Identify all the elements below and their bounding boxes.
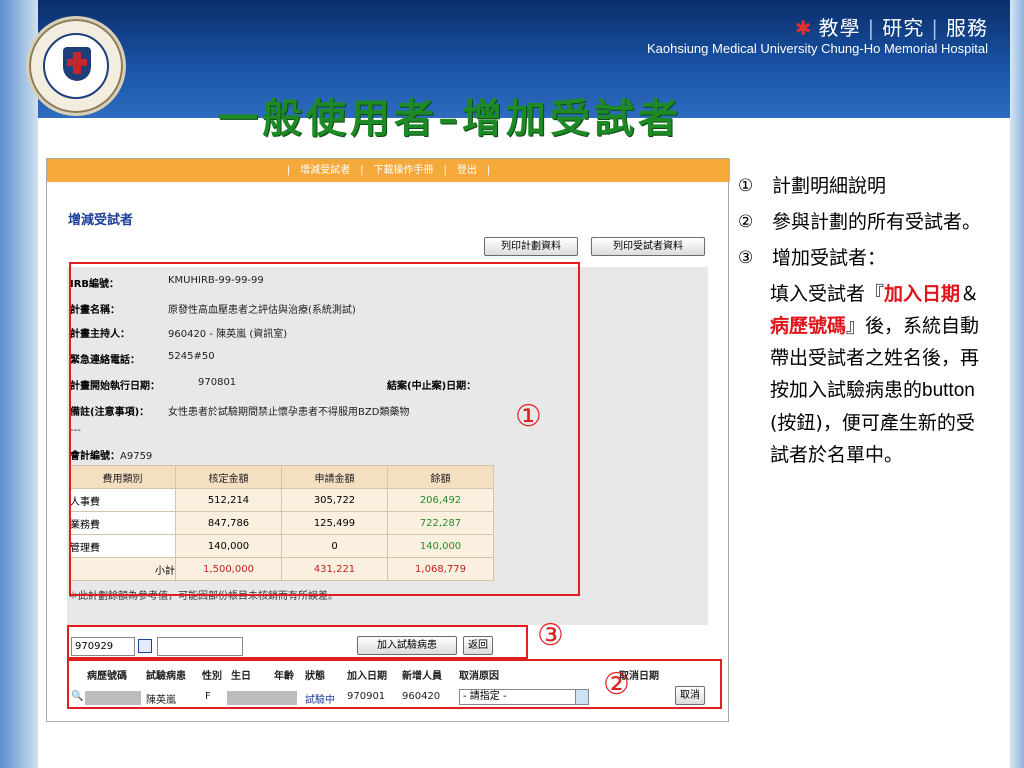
note-item-1: ① 計劃明細說明 bbox=[738, 170, 993, 202]
note-number: ③ bbox=[738, 248, 754, 268]
hospital-name: Kaohsiung Medical University Chung-Ho Me… bbox=[646, 41, 988, 56]
app-topbar: | 增減受試者 | 下載操作手冊 | 登出 | bbox=[47, 159, 730, 182]
note-text: 計劃明細說明 bbox=[772, 175, 887, 197]
slogan-divider: | bbox=[867, 16, 876, 40]
explanation-notes: ① 計劃明細說明 ② 參與計劃的所有受試者。 ③ 增加受試者： 填入受試者『加入日期＆… bbox=[738, 170, 993, 471]
note-text: 增加受試者： bbox=[772, 247, 887, 269]
note-3-part-c: (按鈕)，便可產生新的受試者於名單中。 bbox=[770, 412, 975, 466]
slogan-service: 服務 bbox=[946, 16, 988, 40]
university-seal-logo bbox=[26, 16, 126, 116]
highlight-box-plan-detail bbox=[69, 262, 580, 596]
note-3-detail: 填入受試者『加入日期＆病歷號碼』後，系統自動帶出受試者之姓名後，再按加入試驗病患… bbox=[738, 278, 993, 471]
note-text: 參與計劃的所有受試者。 bbox=[772, 211, 982, 233]
slogan-teaching: 教學 bbox=[818, 16, 861, 40]
topbar-divider: | bbox=[486, 165, 491, 176]
note-number: ① bbox=[738, 176, 754, 196]
slogan: ✱ 教學 | 研究 | 服務 bbox=[795, 12, 988, 41]
print-plan-button[interactable]: 列印計劃資料 bbox=[484, 237, 578, 256]
marker-3: ③ bbox=[537, 618, 564, 653]
note-3-highlight-record-number: 病歷號碼 bbox=[770, 315, 847, 337]
nav-link-download-manual[interactable]: 下載操作手冊 bbox=[374, 165, 434, 176]
slide-title: 一般使用者–增加受試者 bbox=[218, 95, 682, 142]
slogan-divider: | bbox=[931, 16, 939, 40]
note-3-button-word: button bbox=[922, 380, 975, 401]
topbar-divider: | bbox=[286, 165, 291, 176]
highlight-box-add-subject bbox=[67, 625, 528, 659]
note-item-3: ③ 增加受試者： bbox=[738, 242, 993, 274]
marker-1: ① bbox=[515, 399, 542, 434]
nav-link-logout[interactable]: 登出 bbox=[457, 165, 477, 176]
slogan-research: 研究 bbox=[882, 16, 925, 40]
right-gradient-band bbox=[1010, 0, 1024, 768]
page-title: 增減受試者 bbox=[68, 213, 134, 228]
note-item-2: ② 參與計劃的所有受試者。 bbox=[738, 206, 993, 238]
note-number: ② bbox=[738, 212, 754, 232]
note-3-highlight-join-date: 加入日期 bbox=[884, 283, 961, 305]
topbar-divider: | bbox=[443, 165, 447, 176]
star-icon: ✱ bbox=[794, 16, 813, 40]
note-3-ampersand: ＆ bbox=[960, 283, 980, 305]
topbar-divider: | bbox=[360, 165, 364, 176]
embedded-screenshot: | 增減受試者 | 下載操作手冊 | 登出 | 增減受試者 列印計劃資料 列印受試者資料 I… bbox=[46, 158, 730, 722]
marker-2: ② bbox=[603, 667, 630, 702]
print-subjects-button[interactable]: 列印受試者資料 bbox=[591, 237, 705, 256]
note-3-part-a: 填入受試者『 bbox=[770, 283, 885, 305]
left-gradient-band bbox=[0, 0, 38, 768]
nav-link-manage-subjects[interactable]: 增減受試者 bbox=[300, 165, 350, 176]
seal-cross-bar bbox=[67, 59, 87, 66]
